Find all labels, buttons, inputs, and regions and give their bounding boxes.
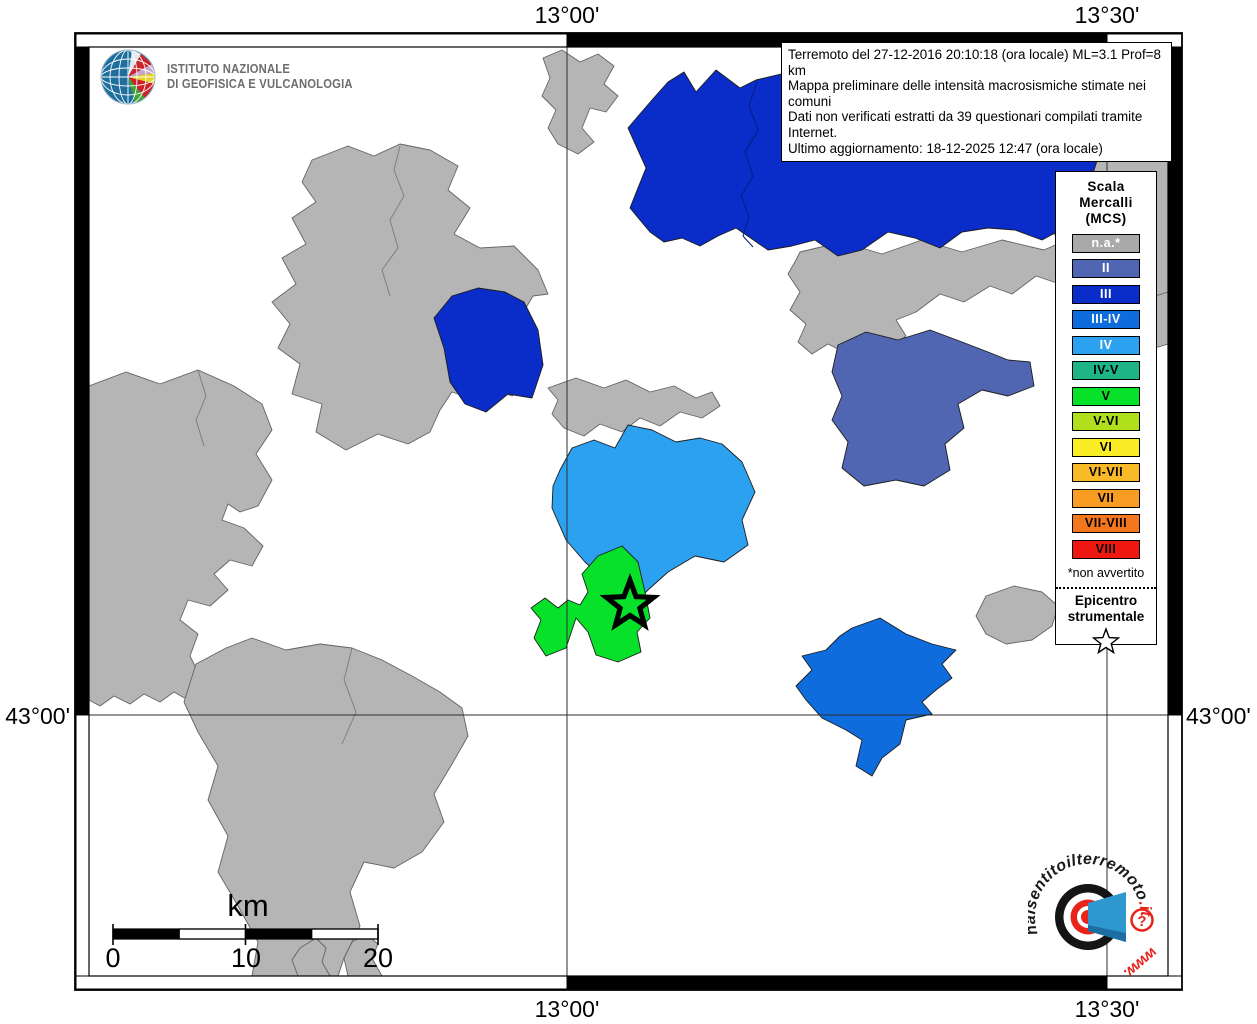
map-area: km 0 10 20 — [89, 47, 1168, 976]
legend-swatch-ii: II — [1072, 259, 1140, 278]
axis-label-bottom-13-00: 13°00' — [534, 996, 600, 1022]
haisentitoilterremoto-logo: ? haisentitoilterremoto.it www. — [1022, 845, 1173, 995]
legend-title-line3: (MCS) — [1085, 211, 1127, 226]
legend-footnote: *non avvertito — [1067, 565, 1145, 580]
legend-swatch-vii-viii: VII-VIII — [1072, 514, 1140, 533]
legend-separator — [1056, 586, 1156, 589]
legend-swatch-iv: IV — [1072, 335, 1140, 355]
event-info-line4: Ultimo aggiornamento: 18-12-2025 12:47 (… — [788, 140, 1103, 156]
haisentitoilterremoto-logo-icon: ? haisentitoilterremoto.it www. — [1022, 851, 1161, 982]
axis-label-right-43-00: 43°00' — [1186, 703, 1251, 729]
legend-title-line2: Mercalli — [1079, 195, 1133, 210]
event-info-box: Terremoto del 27-12-2016 20:10:18 (ora l… — [781, 42, 1172, 163]
legend-swatch-iv-v: IV-V — [1072, 361, 1140, 380]
scale-tick-10: 10 — [231, 943, 261, 973]
watermark-www: www. — [1120, 944, 1161, 982]
scale-bar-unit: km — [227, 888, 268, 923]
legend-swatch-na: n.a.* — [1072, 233, 1140, 253]
legend-swatch-v-vi: V-VI — [1072, 412, 1140, 431]
legend-epicenter-star-icon — [1092, 627, 1120, 653]
ingv-globe-icon — [100, 49, 156, 105]
event-info-line2: Mappa preliminare delle intensità macros… — [788, 78, 1146, 109]
legend-swatch-iii: III — [1072, 284, 1140, 304]
legend-epicenter-line1: Epicentro — [1074, 592, 1138, 608]
axis-label-left-43-00: 43°00' — [5, 703, 70, 729]
legend-swatch-vii: VII — [1072, 488, 1140, 508]
legend-title-line1: Scala — [1087, 179, 1125, 194]
axis-label-bottom-13-30: 13°30' — [1074, 996, 1140, 1022]
ingv-name-line1: ISTITUTO NAZIONALE — [167, 62, 291, 76]
legend-swatch-vi-vii: VI-VII — [1072, 463, 1140, 482]
axis-label-top-13-30: 13°30' — [1074, 2, 1140, 28]
legend-swatch-iii-iv: III-IV — [1072, 310, 1140, 329]
ingv-name-line2: DI GEOFISICA E VULCANOLOGIA — [167, 77, 353, 91]
mercalli-legend: Scala Mercalli (MCS) n.a.* II III III-IV… — [1055, 171, 1157, 653]
axis-label-top-13-00: 13°00' — [534, 2, 600, 28]
ingv-branding: ISTITUTO NAZIONALE DI GEOFISICA E VULCAN… — [99, 48, 373, 106]
scale-tick-20: 20 — [363, 943, 393, 973]
legend-epicenter-line2: strumentale — [1067, 608, 1145, 624]
legend-swatch-v: V — [1072, 386, 1140, 406]
legend-swatch-viii: VIII — [1072, 539, 1140, 559]
scale-tick-0: 0 — [105, 943, 120, 973]
macroseismic-intensity-map-page: km 0 10 20 13°00' 13°30' 13°00' 13°30' 4… — [0, 0, 1257, 1024]
legend-swatch-vi: VI — [1072, 437, 1140, 457]
event-info-line3: Dati non verificati estratti da 39 quest… — [788, 109, 1143, 140]
event-info-line1: Terremoto del 27-12-2016 20:10:18 (ora l… — [788, 47, 1161, 78]
